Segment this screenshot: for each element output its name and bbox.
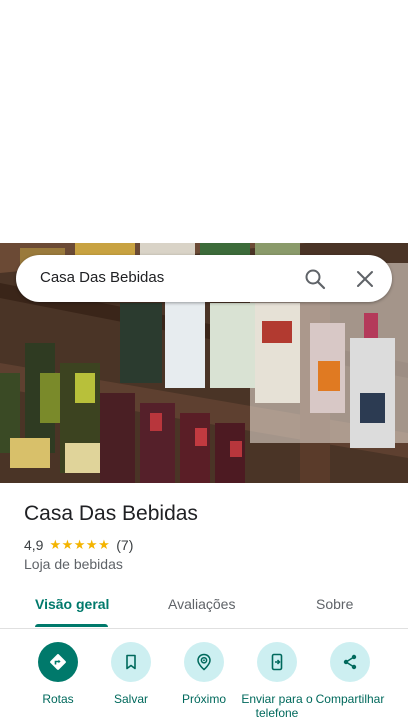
- place-title: Casa Das Bebidas: [24, 502, 198, 525]
- directions-button[interactable]: Rotas: [21, 642, 95, 706]
- tab-about[interactable]: Sobre: [316, 596, 353, 612]
- send-to-phone-label: Enviar para o telefone: [241, 692, 313, 720]
- action-buttons: Rotas Salvar Próximo Enviar para o telef…: [0, 630, 408, 726]
- tab-reviews[interactable]: Avaliações: [168, 596, 235, 612]
- nearby-button[interactable]: Próximo: [167, 642, 241, 706]
- bookmark-icon: [111, 642, 151, 682]
- place-category: Loja de bebidas: [24, 556, 123, 572]
- rating-value: 4,9: [24, 537, 44, 553]
- send-to-phone-button[interactable]: Enviar para o telefone: [240, 642, 314, 720]
- tab-bar: Visão geral Avaliações Sobre: [0, 586, 408, 629]
- review-count[interactable]: (7): [116, 537, 133, 553]
- directions-icon: [38, 642, 78, 682]
- active-tab-indicator: [35, 624, 108, 627]
- map-area[interactable]: [0, 0, 408, 243]
- save-label: Salvar: [113, 692, 148, 706]
- share-button[interactable]: Compartilhar: [313, 642, 387, 706]
- close-icon[interactable]: [353, 267, 377, 291]
- search-icon[interactable]: [303, 267, 327, 291]
- search-bar[interactable]: Casa Das Bebidas: [16, 255, 392, 302]
- share-icon: [330, 642, 370, 682]
- send-to-phone-icon: [257, 642, 297, 682]
- rating-row[interactable]: 4,9 ★★★★★ (7): [24, 536, 133, 554]
- tab-overview[interactable]: Visão geral: [35, 596, 109, 612]
- nearby-label: Próximo: [181, 692, 226, 706]
- nearby-icon: [184, 642, 224, 682]
- save-button[interactable]: Salvar: [94, 642, 168, 706]
- directions-label: Rotas: [42, 692, 74, 706]
- share-label: Compartilhar: [315, 692, 385, 706]
- search-query[interactable]: Casa Das Bebidas: [40, 269, 164, 286]
- rating-stars: ★★★★★: [49, 537, 111, 552]
